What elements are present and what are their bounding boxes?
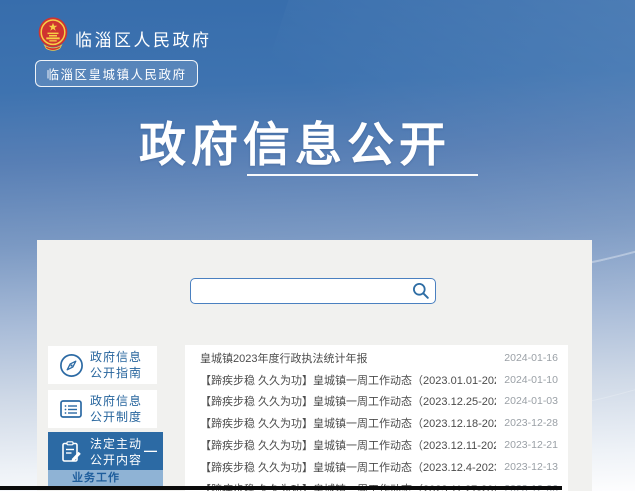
site-title[interactable]: 临淄区人民政府 <box>75 26 212 51</box>
clipboard-pen-icon <box>58 440 84 464</box>
article-date: 2024-01-10 <box>504 374 558 386</box>
page: 临淄区人民政府 临淄区皇城镇人民政府 政府信息公开 <box>0 0 635 491</box>
sidebar-item-label: 政府信息 公开指南 <box>90 349 142 382</box>
article-date: 2023-12-28 <box>504 417 558 429</box>
search-icon[interactable] <box>412 282 430 300</box>
article-row: 【蹄疾步稳 久久为功】皇城镇一周工作动态（2023.12.18-2023.12.… <box>185 412 568 434</box>
sidebar-item-system[interactable]: 政府信息 公开制度 <box>48 390 157 428</box>
national-emblem-icon <box>38 17 68 51</box>
article-list: 皇城镇2023年度行政执法统计年报 2024-01-16 【蹄疾步稳 久久为功】… <box>185 345 568 491</box>
article-row: 皇城镇2023年度行政执法统计年报 2024-01-16 <box>185 347 568 369</box>
article-title[interactable]: 【蹄疾步稳 久久为功】皇城镇一周工作动态（2023.01.01-2023.01.… <box>200 372 496 388</box>
collapse-indicator[interactable]: — <box>144 443 157 458</box>
article-title[interactable]: 皇城镇2023年度行政执法统计年报 <box>200 350 367 366</box>
sidebar-item-guide[interactable]: 政府信息 公开指南 <box>48 346 157 384</box>
article-title[interactable]: 【蹄疾步稳 久久为功】皇城镇一周工作动态（2023.12.4-2023.12.1… <box>200 459 496 475</box>
search-input[interactable] <box>195 280 409 304</box>
article-title[interactable]: 【蹄疾步稳 久久为功】皇城镇一周工作动态（2023.12.25-2023.12.… <box>200 393 496 409</box>
article-row: 【蹄疾步稳 久久为功】皇城镇一周工作动态（2023.12.11-2023.12.… <box>185 434 568 456</box>
article-row: 【蹄疾步稳 久久为功】皇城镇一周工作动态（2023.01.01-2023.01.… <box>185 369 568 391</box>
article-row: 【蹄疾步稳 久久为功】皇城镇一周工作动态（2023.12.4-2023.12.1… <box>185 456 568 478</box>
article-date: 2024-01-03 <box>504 395 558 407</box>
town-site-button[interactable]: 临淄区皇城镇人民政府 <box>35 60 198 87</box>
sidebar-item-label: 政府信息 公开制度 <box>90 393 142 426</box>
sidebar-subitem-business-work[interactable]: 业务工作 <box>48 470 163 486</box>
article-title[interactable]: 【蹄疾步稳 久久为功】皇城镇一周工作动态（2023.12.11-2023.12.… <box>200 437 496 453</box>
title-underline <box>247 174 478 176</box>
bottom-edge-bar <box>0 486 562 490</box>
compass-icon <box>58 353 84 378</box>
sidebar-item-statutory-disclosure[interactable]: 法定主动 公开内容 — <box>48 432 163 472</box>
town-site-button-label: 临淄区皇城镇人民政府 <box>46 64 186 83</box>
article-date: 2023-12-13 <box>504 461 558 473</box>
article-date: 2023-12-21 <box>504 439 558 451</box>
article-date: 2024-01-16 <box>504 352 558 364</box>
document-icon <box>58 398 84 420</box>
page-title: 政府信息公开 <box>139 106 451 175</box>
article-row: 【蹄疾步稳 久久为功】皇城镇一周工作动态（2023.12.25-2023.12.… <box>185 391 568 413</box>
sidebar-item-label: 法定主动 公开内容 <box>90 436 142 469</box>
article-title[interactable]: 【蹄疾步稳 久久为功】皇城镇一周工作动态（2023.12.18-2023.12.… <box>200 415 496 431</box>
search-bar[interactable] <box>190 278 436 304</box>
